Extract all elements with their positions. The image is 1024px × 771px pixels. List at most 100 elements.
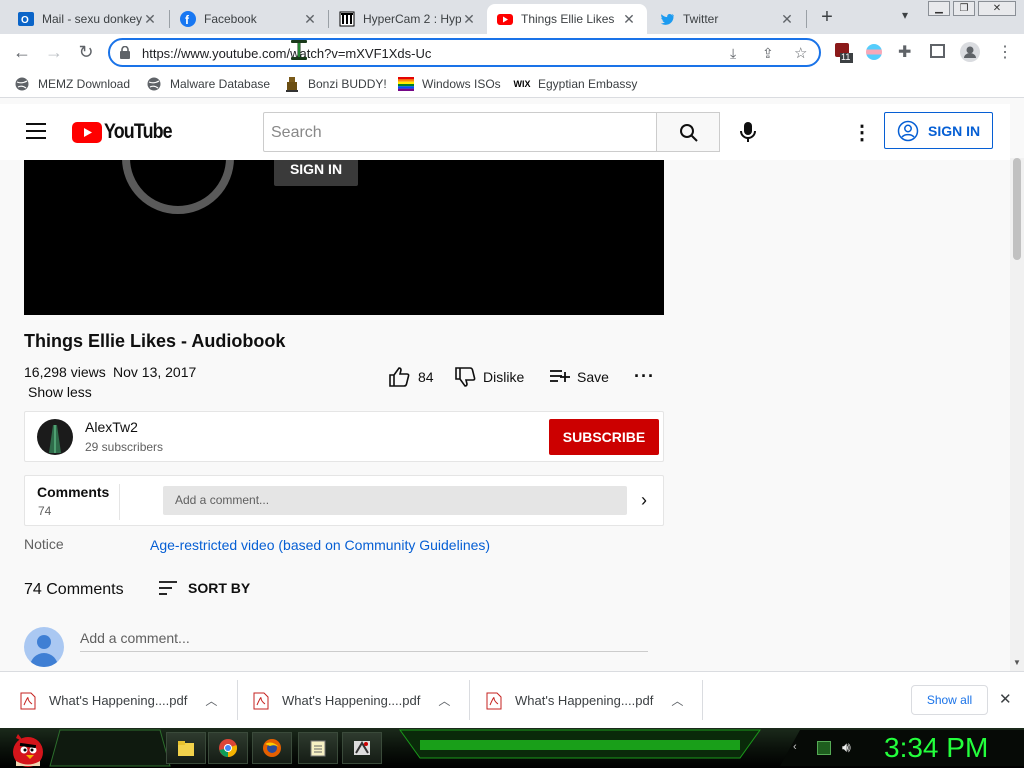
extensions-puzzle-icon[interactable]: ✚ xyxy=(898,42,911,62)
download-item[interactable]: What's Happening....pdf ︿ xyxy=(486,672,696,729)
taskbar-notepad-button[interactable] xyxy=(298,732,338,764)
more-actions-icon[interactable]: ··· xyxy=(634,366,655,387)
taskbar-clock[interactable]: 3:34 PM xyxy=(884,732,988,764)
bookmark-label: MEMZ Download xyxy=(38,77,131,91)
taskbar-decoration xyxy=(49,729,1024,767)
bookmark-bonzi-buddy[interactable]: Bonzi BUDDY! xyxy=(284,76,387,92)
sort-by-button[interactable]: SORT BY xyxy=(158,579,250,597)
dislike-button[interactable]: Dislike xyxy=(454,366,524,388)
forward-arrow-icon[interactable]: → xyxy=(44,42,64,62)
chevron-up-icon[interactable]: ︿ xyxy=(438,692,450,709)
page-scrollbar[interactable]: ▼ xyxy=(1010,158,1024,671)
microphone-icon[interactable] xyxy=(737,120,759,144)
side-panel-icon[interactable] xyxy=(930,44,945,58)
svg-text:O: O xyxy=(21,15,29,26)
reload-icon[interactable]: ↻ xyxy=(76,42,96,62)
tab-twitter[interactable]: Twitter ✕ xyxy=(649,4,805,34)
minimize-button[interactable]: ▁ xyxy=(928,1,950,16)
volume-icon[interactable]: 🔊︎ xyxy=(842,739,851,756)
new-tab-button[interactable]: + xyxy=(817,7,837,27)
url-text: https://www.youtube.com/watch?v=mXVF1Xds… xyxy=(142,46,432,61)
download-item[interactable]: What's Happening....pdf ︿ xyxy=(20,672,230,729)
search-input[interactable]: Search xyxy=(263,112,657,152)
comment-input[interactable]: Add a comment... xyxy=(80,628,648,652)
search-placeholder: Search xyxy=(271,124,322,141)
close-icon[interactable]: ✕ xyxy=(142,11,158,28)
extension-badge: 11 xyxy=(841,52,851,62)
chrome-menu-icon[interactable]: ⋮ xyxy=(997,42,1013,62)
bookmark-egyptian-embassy[interactable]: WIX Egyptian Embassy xyxy=(514,76,638,92)
upload-date: Nov 13, 2017 xyxy=(113,364,197,380)
video-sign-in-button[interactable]: SIGN IN xyxy=(274,158,358,186)
close-window-button[interactable]: ✕ xyxy=(978,1,1016,16)
chrome-icon xyxy=(219,739,238,757)
share-icon[interactable]: ⇪ xyxy=(762,45,774,62)
search-button[interactable] xyxy=(656,112,720,152)
subscribe-button[interactable]: SUBSCRIBE xyxy=(549,419,659,455)
close-downloads-icon[interactable]: ✕ xyxy=(999,690,1012,708)
taskbar-firefox-button[interactable] xyxy=(252,732,292,764)
folder-icon xyxy=(178,741,194,756)
notice-link[interactable]: Age-restricted video (based on Community… xyxy=(150,537,490,553)
network-icon[interactable] xyxy=(817,741,831,755)
chevron-up-icon[interactable]: ︿ xyxy=(671,692,683,709)
extension-malware-icon[interactable]: 11 xyxy=(834,42,854,64)
start-button-angry-bird-icon[interactable] xyxy=(6,728,48,768)
download-item[interactable]: What's Happening....pdf ︿ xyxy=(253,672,463,729)
pdf-file-icon xyxy=(486,692,502,709)
save-button[interactable]: Save xyxy=(549,367,609,387)
chevron-right-icon[interactable]: › xyxy=(641,490,647,511)
comments-count: 74 xyxy=(38,504,52,518)
header-sign-in-button[interactable]: SIGN IN xyxy=(884,112,993,149)
scrollbar-thumb[interactable] xyxy=(1013,158,1021,260)
bookmark-star-icon[interactable]: ☆ xyxy=(794,44,807,62)
taskbar-explorer-button[interactable] xyxy=(166,732,206,764)
scroll-down-arrow-icon[interactable]: ▼ xyxy=(1013,658,1021,667)
tab-youtube[interactable]: Things Ellie Likes ✕ xyxy=(487,4,647,34)
comments-teaser[interactable]: Comments 74 Add a comment... › xyxy=(24,475,664,526)
install-app-icon[interactable]: ⤓ xyxy=(730,45,736,62)
like-button[interactable]: 84 xyxy=(388,366,434,388)
subscriber-count: 29 subscribers xyxy=(85,440,164,454)
youtube-logo[interactable]: YouTube xyxy=(72,120,184,144)
like-count: 84 xyxy=(418,369,434,385)
show-all-button[interactable]: Show all xyxy=(911,685,988,715)
show-less-link[interactable]: Show less xyxy=(28,384,92,400)
close-icon[interactable]: ✕ xyxy=(302,11,318,28)
lock-icon[interactable] xyxy=(120,45,130,62)
text-cursor-icon xyxy=(289,38,309,62)
globe-icon xyxy=(14,76,30,92)
close-icon[interactable]: ✕ xyxy=(461,11,477,28)
bookmark-windows-isos[interactable]: Windows ISOs xyxy=(398,76,501,92)
comment-input-teaser[interactable]: Add a comment... xyxy=(163,486,627,515)
extension-flag-icon[interactable] xyxy=(866,44,882,60)
bookmark-label: Malware Database xyxy=(170,77,271,91)
account-circle-icon xyxy=(897,120,919,141)
channel-card: AlexTw2 29 subscribers SUBSCRIBE xyxy=(24,411,664,462)
bookmark-memz[interactable]: MEMZ Download xyxy=(14,76,130,92)
tab-hypercam[interactable]: HyperCam 2 : Hyp ✕ xyxy=(329,4,487,34)
back-arrow-icon[interactable]: ← xyxy=(12,42,32,62)
channel-avatar[interactable] xyxy=(37,419,73,455)
tab-search-chevron-icon[interactable]: ▾ xyxy=(896,8,914,26)
restore-button[interactable]: ❐ xyxy=(953,1,975,16)
profile-avatar-icon[interactable] xyxy=(960,42,980,62)
thumbs-up-icon xyxy=(389,367,410,387)
channel-name[interactable]: AlexTw2 xyxy=(85,419,138,435)
close-icon[interactable]: ✕ xyxy=(621,11,637,28)
tab-mail[interactable]: O Mail - sexu donkey ✕ xyxy=(8,4,168,34)
video-player[interactable]: SIGN IN xyxy=(24,158,664,315)
bookmark-label: Egyptian Embassy xyxy=(538,77,638,91)
taskbar-hypercam-button[interactable] xyxy=(342,732,382,764)
close-icon[interactable]: ✕ xyxy=(779,11,795,28)
settings-kebab-icon[interactable]: ⋮ xyxy=(852,120,872,145)
address-bar[interactable]: https://www.youtube.com/watch?v=mXVF1Xds… xyxy=(108,38,821,67)
chevron-up-icon[interactable]: ︿ xyxy=(205,692,217,709)
search-icon xyxy=(680,124,698,142)
tab-facebook[interactable]: f Facebook ✕ xyxy=(170,4,328,34)
dislike-label: Dislike xyxy=(483,369,525,385)
hamburger-menu-icon[interactable] xyxy=(26,123,46,139)
taskbar-chrome-button[interactable] xyxy=(208,732,248,764)
bookmark-malware-database[interactable]: Malware Database xyxy=(146,76,270,92)
tray-expand-icon[interactable]: ‹ xyxy=(793,741,805,755)
